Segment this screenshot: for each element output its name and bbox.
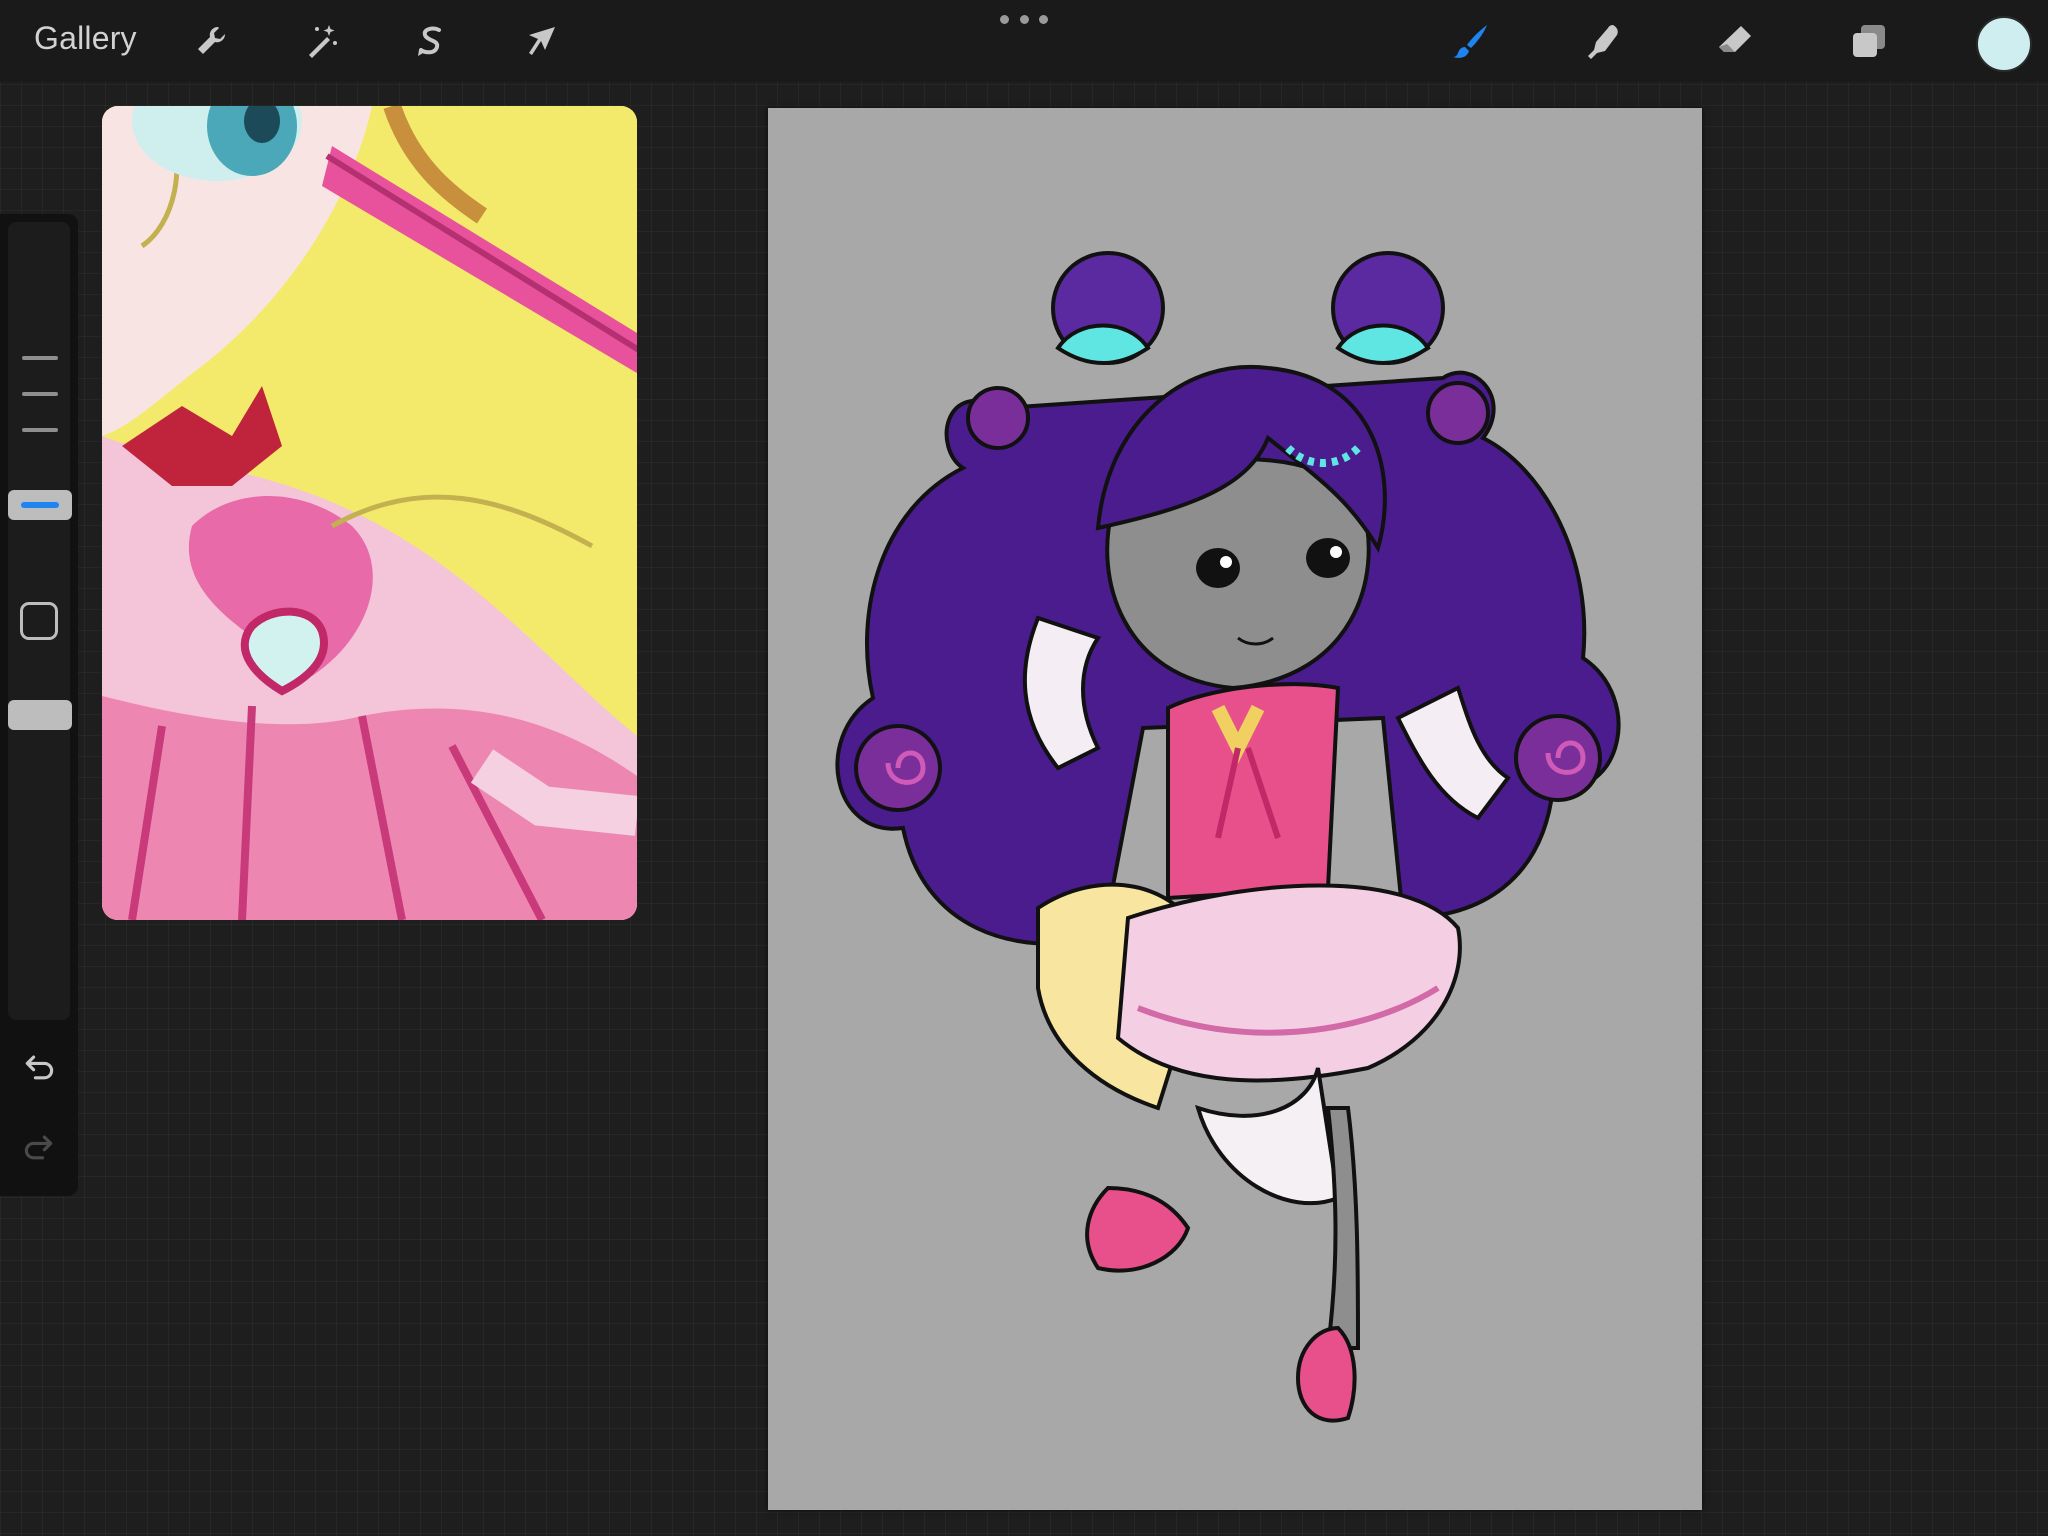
brush-size-slider[interactable] <box>8 222 72 760</box>
color-picker-button[interactable] <box>1976 16 2032 72</box>
ellipsis-icon[interactable] <box>1000 10 1048 28</box>
reference-image <box>102 106 637 920</box>
size-tick <box>22 356 58 360</box>
wrench-icon[interactable] <box>188 18 234 64</box>
modify-button[interactable] <box>20 602 58 640</box>
size-tick <box>22 428 58 432</box>
size-handle-indicator <box>21 502 59 508</box>
reference-window[interactable] <box>102 106 637 920</box>
brush-icon[interactable] <box>1448 18 1494 64</box>
smudge-finger-icon[interactable] <box>1580 18 1626 64</box>
top-toolbar: Gallery <box>0 0 2048 82</box>
undo-icon[interactable] <box>18 1046 60 1088</box>
arrow-cursor-icon[interactable] <box>518 18 564 64</box>
drawing-canvas[interactable] <box>768 108 1702 1510</box>
redo-icon[interactable] <box>18 1126 60 1168</box>
opacity-handle[interactable] <box>8 700 72 730</box>
sidebar <box>0 214 78 1196</box>
size-tick <box>22 392 58 396</box>
opacity-slider[interactable] <box>8 690 72 1020</box>
gallery-button[interactable]: Gallery <box>34 20 137 57</box>
eraser-icon[interactable] <box>1712 18 1758 64</box>
brush-size-handle[interactable] <box>8 490 72 520</box>
magic-wand-icon[interactable] <box>298 18 344 64</box>
layers-icon[interactable] <box>1846 18 1892 64</box>
selection-s-icon[interactable] <box>408 18 454 64</box>
chibi-character-artwork <box>835 251 1621 1423</box>
